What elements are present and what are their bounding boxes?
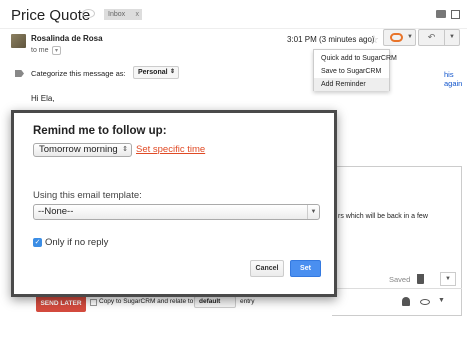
tag-icon bbox=[15, 70, 24, 77]
chevron-down-icon: ▼ bbox=[407, 34, 413, 40]
star-icon[interactable]: ☆ bbox=[369, 33, 379, 46]
menu-item-quick-add[interactable]: Quick add to SugarCRM bbox=[314, 52, 397, 65]
reminder-time-value: Tomorrow morning bbox=[39, 144, 118, 155]
send-later-button[interactable]: SEND LATER bbox=[36, 295, 86, 312]
show-details-icon[interactable]: ▾ bbox=[52, 46, 61, 55]
email-subject: Price Quote bbox=[11, 7, 91, 24]
select-arrows-icon: ⇕ bbox=[169, 69, 175, 75]
menu-item-add-reminder[interactable]: Add Reminder bbox=[314, 78, 389, 91]
message-greeting: Hi Ela, bbox=[31, 94, 55, 103]
sugarcrm-dropdown-menu: Quick add to SugarCRM Save to SugarCRM A… bbox=[313, 49, 397, 91]
inbox-label-text: Inbox bbox=[108, 11, 126, 18]
template-value: --None-- bbox=[38, 206, 74, 217]
reminder-time-select[interactable]: Tomorrow morning ⇕ bbox=[33, 143, 132, 157]
trash-icon[interactable] bbox=[417, 274, 424, 284]
entry-label: entry bbox=[240, 298, 255, 305]
bell-icon[interactable] bbox=[402, 297, 410, 306]
reply-snippet: rs which will be back in a few bbox=[338, 213, 428, 220]
new-window-icon[interactable] bbox=[451, 10, 460, 19]
more-actions-button[interactable]: ▼ bbox=[444, 29, 460, 46]
template-select[interactable]: --None-- ▼ bbox=[33, 204, 320, 220]
template-label: Using this email template: bbox=[33, 190, 142, 201]
compose-more-button[interactable]: ▼ bbox=[440, 272, 456, 286]
reply-button[interactable]: ↶ bbox=[418, 29, 445, 46]
reminder-dialog: Remind me to follow up: Tomorrow morning… bbox=[11, 110, 337, 297]
set-specific-time-link[interactable]: Set specific time bbox=[136, 144, 205, 155]
recipient-text: to me bbox=[31, 47, 49, 54]
categorize-again-link[interactable]: his again bbox=[444, 70, 467, 88]
relate-to-select[interactable]: default bbox=[194, 296, 236, 308]
dialog-title: Remind me to follow up: bbox=[33, 125, 167, 137]
set-button[interactable]: Set bbox=[290, 260, 321, 277]
categorize-label: Categorize this message as: bbox=[31, 69, 126, 78]
inbox-label-chip[interactable]: Inbox x bbox=[104, 9, 142, 20]
sugarcrm-icon bbox=[390, 33, 403, 42]
menu-item-save[interactable]: Save to SugarCRM bbox=[314, 65, 389, 78]
select-arrows-icon: ⇕ bbox=[122, 146, 128, 153]
saved-status: Saved bbox=[389, 275, 411, 284]
importance-marker-icon[interactable] bbox=[82, 9, 95, 18]
remove-label-icon[interactable]: x bbox=[136, 9, 140, 20]
category-value: Personal bbox=[138, 69, 168, 76]
sender-avatar bbox=[11, 34, 26, 48]
print-icon[interactable] bbox=[436, 10, 446, 18]
eye-icon[interactable] bbox=[420, 299, 430, 305]
copy-to-sugarcrm-label: Copy to SugarCRM and relate to bbox=[99, 298, 194, 305]
category-select[interactable]: Personal ⇕ bbox=[133, 66, 179, 79]
message-timestamp: 3:01 PM (3 minutes ago) bbox=[287, 35, 375, 44]
copy-to-sugarcrm-checkbox[interactable] bbox=[90, 299, 97, 306]
only-if-no-reply-checkbox[interactable]: ✓ bbox=[33, 238, 42, 247]
sender-name[interactable]: Rosalinda de Rosa bbox=[31, 34, 103, 43]
chevron-down-icon[interactable]: ▼ bbox=[438, 297, 445, 304]
sugarcrm-button[interactable]: ▼ bbox=[383, 29, 416, 46]
only-if-no-reply-label[interactable]: Only if no reply bbox=[45, 237, 108, 248]
chevron-down-icon: ▼ bbox=[307, 205, 319, 219]
cancel-button[interactable]: Cancel bbox=[250, 260, 284, 277]
